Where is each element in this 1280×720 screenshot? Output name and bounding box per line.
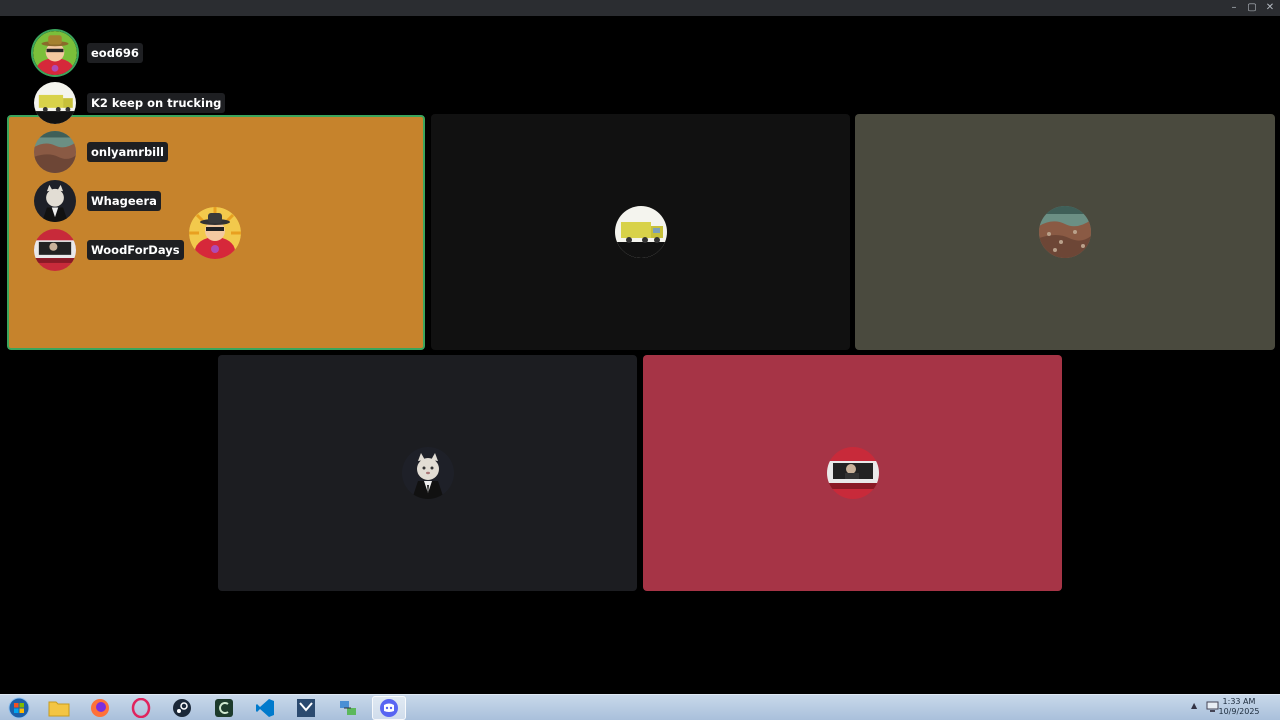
system-clock[interactable]: 1:33 AM 10/9/2025 — [1214, 697, 1264, 717]
visual-studio-icon — [297, 699, 315, 717]
firefox-icon — [91, 699, 109, 717]
firefox-button[interactable] — [83, 696, 117, 720]
clock-date: 10/9/2025 — [1218, 707, 1260, 716]
voice-tile-k2[interactable] — [431, 114, 850, 350]
car-driver-icon — [826, 447, 879, 499]
network-app-button[interactable] — [331, 696, 365, 720]
vscode-button[interactable] — [248, 696, 282, 720]
voice-tile-whageera[interactable] — [218, 355, 637, 591]
vscode-icon — [256, 699, 274, 717]
opera-icon — [131, 698, 151, 718]
overlay-username: onlyamrbill — [87, 142, 168, 162]
maximize-button[interactable]: ▢ — [1244, 2, 1260, 14]
truck-icon — [614, 206, 667, 258]
opera-button[interactable] — [124, 696, 158, 720]
clock-time: 1:33 AM — [1222, 697, 1256, 706]
file-explorer-button[interactable] — [42, 696, 76, 720]
cat-in-suit-icon — [34, 180, 76, 222]
tray-chevron-icon[interactable]: ▲ — [1191, 701, 1197, 710]
cheat-engine-button[interactable] — [207, 696, 241, 720]
window-title-bar: – ▢ ✕ — [0, 0, 1280, 16]
truck-icon — [34, 82, 76, 124]
fedora-man-icon — [33, 31, 77, 75]
discord-button[interactable] — [372, 696, 406, 720]
overlay-username: Whageera — [87, 191, 161, 211]
discord-icon — [380, 699, 398, 717]
overlay-username: K2 keep on trucking — [87, 93, 226, 113]
fedora-man-icon — [189, 206, 241, 259]
close-button[interactable]: ✕ — [1262, 2, 1278, 14]
voice-tile-onlyamrbill[interactable] — [855, 114, 1275, 350]
folder-icon — [48, 701, 70, 717]
rocky-landscape-icon — [1039, 206, 1091, 258]
steam-icon — [173, 699, 191, 717]
minimize-button[interactable]: – — [1226, 2, 1242, 14]
cat-in-suit-icon — [401, 447, 454, 499]
car-driver-icon — [34, 229, 76, 271]
start-button[interactable] — [2, 696, 36, 720]
overlay-username: WoodForDays — [87, 240, 184, 260]
voice-tile-woodfordays[interactable] — [643, 355, 1062, 591]
rocky-landscape-icon — [34, 131, 76, 173]
visual-studio-button[interactable] — [289, 696, 323, 720]
windows-orb-icon — [8, 697, 30, 719]
steam-button[interactable] — [165, 696, 199, 720]
overlay-username: eod696 — [87, 43, 143, 63]
taskbar: ▲ 1:33 AM 10/9/2025 — [0, 694, 1280, 720]
network-icon — [340, 701, 356, 715]
cheat-engine-icon — [215, 699, 233, 717]
